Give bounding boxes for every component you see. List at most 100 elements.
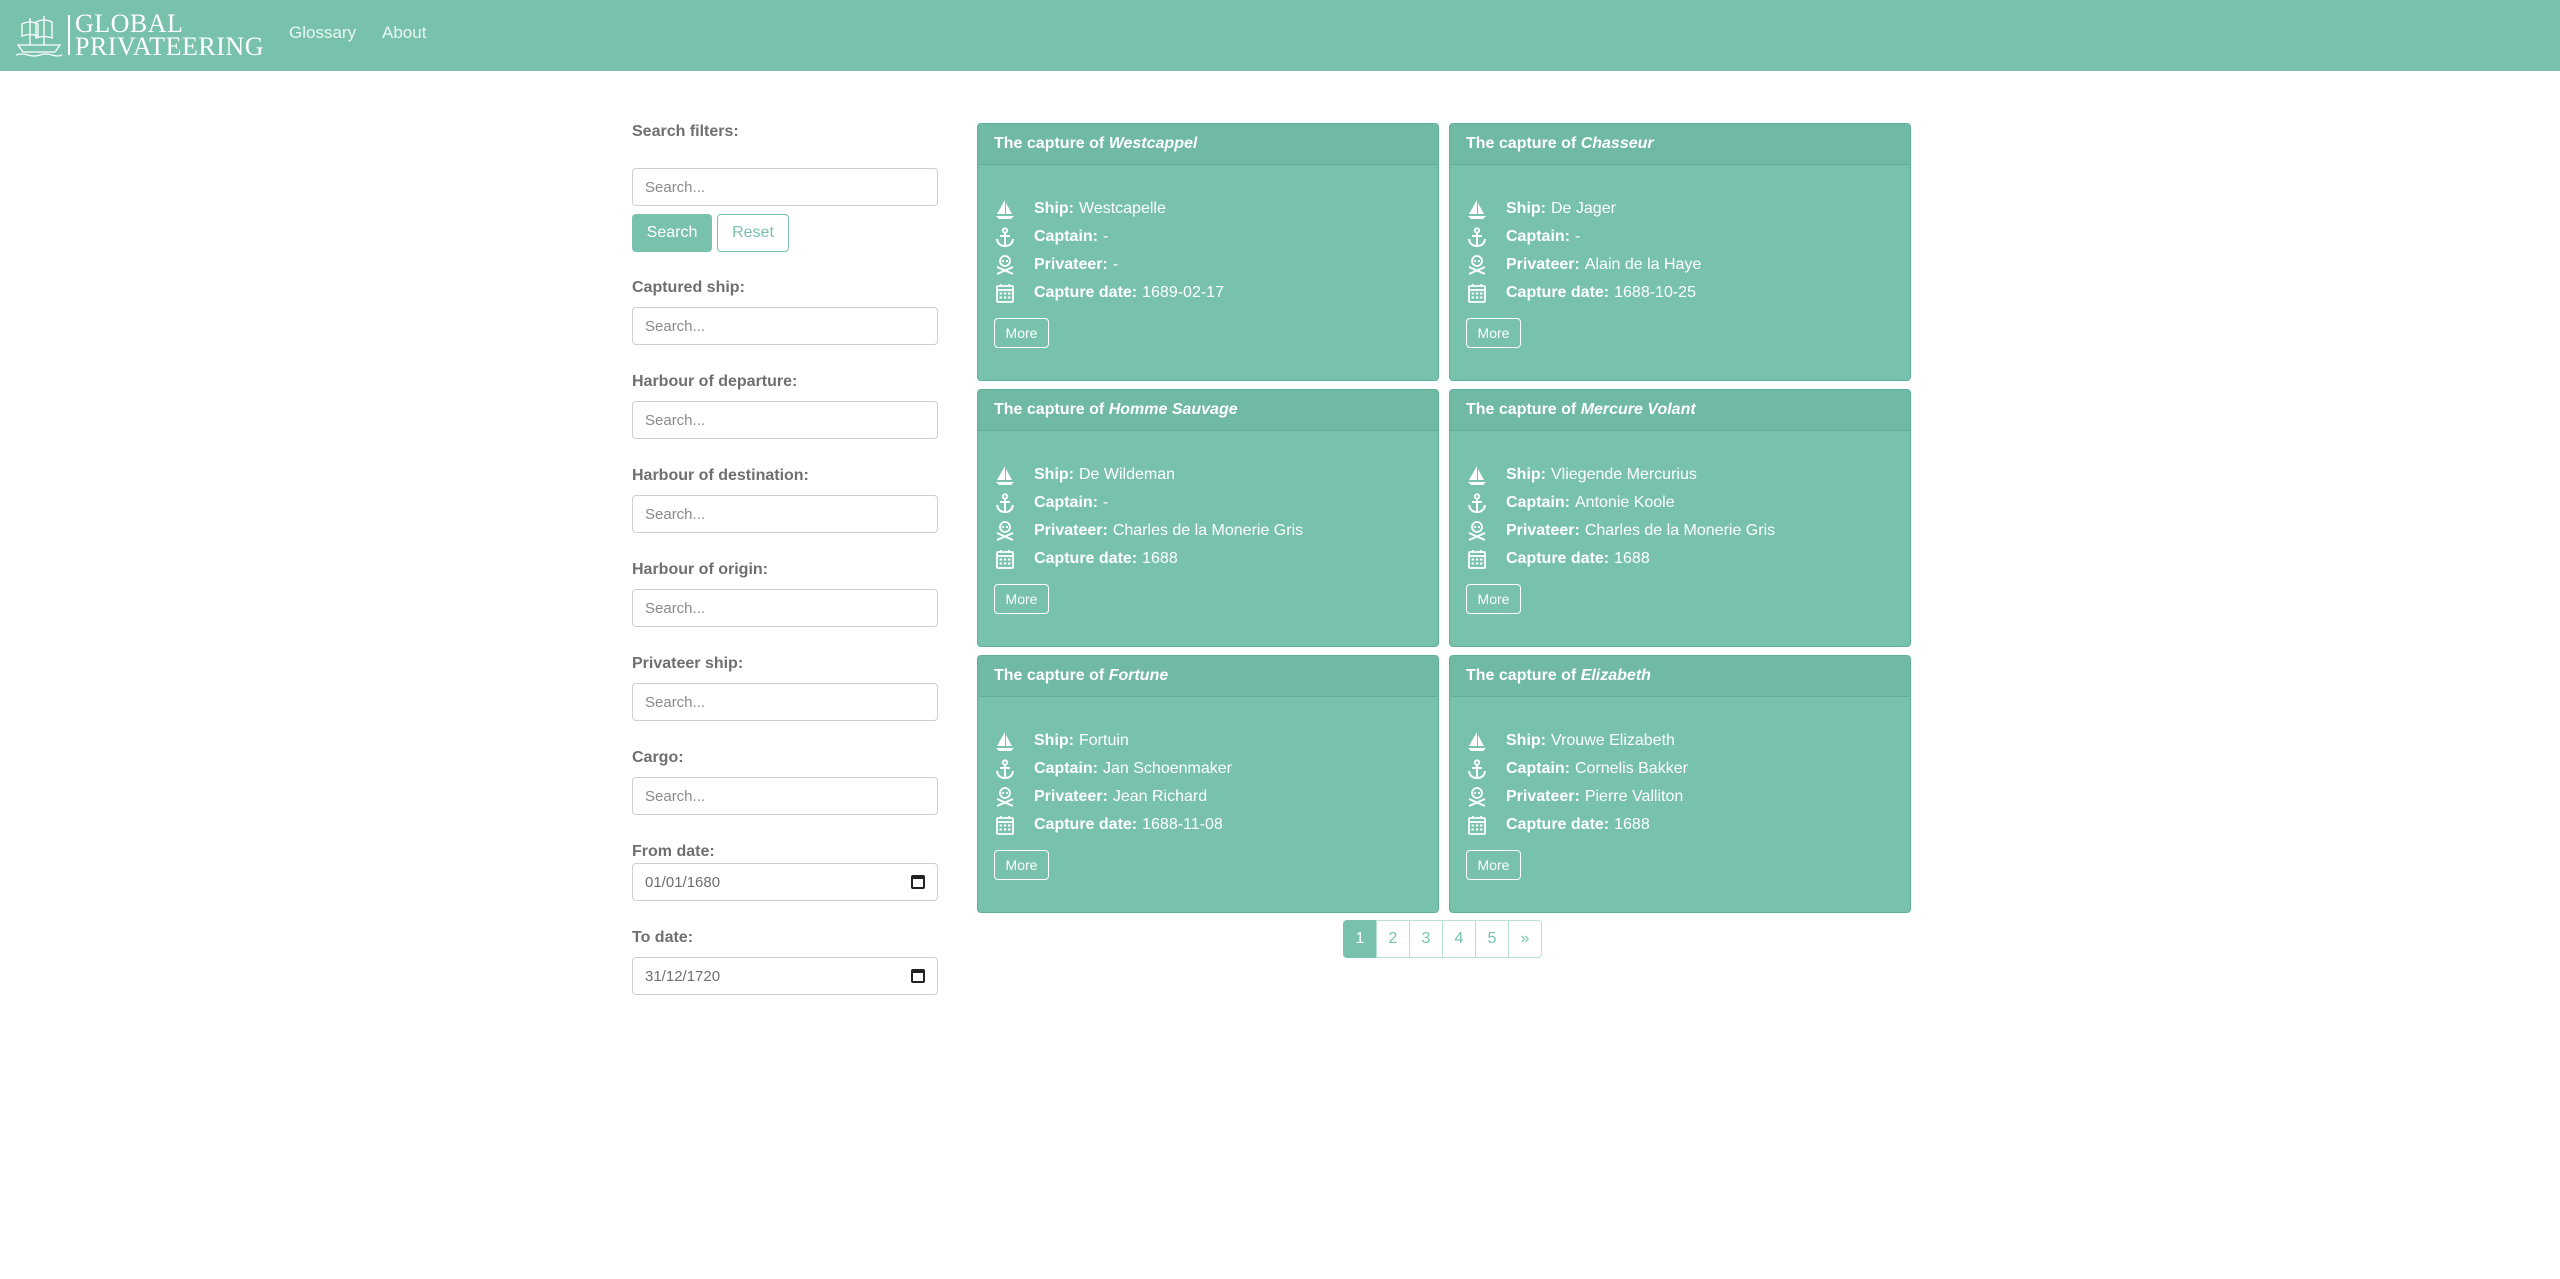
card-field-label: Ship: — [1506, 200, 1546, 217]
harbour-departure-input[interactable] — [632, 401, 938, 439]
card-field-label: Capture date: — [1034, 284, 1138, 301]
card-field-label: Captain: — [1034, 228, 1098, 245]
card-row-captain: Captain: Cornelis Bakker — [1466, 759, 1688, 779]
card-field-value: Antonie Koole — [1575, 494, 1675, 511]
more-button[interactable]: More — [1466, 584, 1521, 614]
card-field-value: 1688 — [1142, 550, 1178, 567]
card-field-value: Pierre Valliton — [1584, 788, 1684, 805]
calendar-icon[interactable] — [911, 969, 925, 983]
card-field-value: - — [1103, 494, 1109, 511]
card-field-label: Ship: — [1034, 466, 1074, 483]
sailboat-icon — [1466, 465, 1488, 485]
card-field-value: Vrouwe Elizabeth — [1551, 732, 1675, 749]
card-field-value: De Wildeman — [1079, 466, 1176, 483]
card-row-captain: Captain: - — [994, 493, 1108, 513]
from-date-input[interactable]: 01/01/1680 — [632, 863, 938, 901]
card-title-ship-name: Chasseur — [1580, 135, 1654, 152]
sailboat-icon — [1466, 199, 1488, 219]
card-field-label: Captain: — [1506, 228, 1570, 245]
calendar-icon[interactable] — [911, 875, 925, 889]
skull-crossbones-icon — [994, 787, 1016, 807]
site-logo[interactable]: GLOBAL PRIVATEERING — [14, 11, 264, 61]
card-field-value: 1688 — [1614, 550, 1650, 567]
skull-crossbones-icon — [994, 255, 1016, 275]
more-button[interactable]: More — [994, 584, 1049, 614]
search-input[interactable] — [632, 168, 938, 206]
skull-crossbones-icon — [994, 521, 1016, 541]
card-title-ship-name: Elizabeth — [1580, 667, 1651, 684]
more-button[interactable]: More — [994, 850, 1049, 880]
to-date-input[interactable]: 31/12/1720 — [632, 957, 938, 995]
card-field-label: Captain: — [1034, 494, 1098, 511]
anchor-icon — [994, 493, 1016, 513]
card-field-value: Cornelis Bakker — [1575, 760, 1688, 777]
card-title-ship-name: Mercure Volant — [1580, 401, 1696, 418]
card-field-label: Capture date: — [1034, 550, 1138, 567]
to-date-label: To date: — [632, 929, 694, 946]
card-field-label: Privateer: — [1034, 256, 1108, 273]
anchor-icon — [994, 227, 1016, 247]
card-row-capture-date: Capture date: 1688 — [994, 549, 1178, 569]
captured-ship-label: Captured ship: — [632, 279, 745, 296]
logo-divider — [68, 15, 70, 55]
page-4-link[interactable]: 4 — [1442, 920, 1476, 958]
cargo-input[interactable] — [632, 777, 938, 815]
privateer-ship-label: Privateer ship: — [632, 655, 744, 672]
card-field-value: - — [1575, 228, 1581, 245]
page-5-link[interactable]: 5 — [1475, 920, 1509, 958]
card-field-label: Captain: — [1506, 760, 1570, 777]
harbour-destination-input[interactable] — [632, 495, 938, 533]
card-row-ship: Ship: Vrouwe Elizabeth — [1466, 731, 1675, 751]
card-field-value: De Jager — [1551, 200, 1616, 217]
harbour-origin-input[interactable] — [632, 589, 938, 627]
logo-line-2: PRIVATEERING — [75, 32, 264, 61]
nav-link-glossary[interactable]: Glossary — [289, 23, 356, 43]
reset-button[interactable]: Reset — [717, 214, 789, 252]
card-title-prefix: The capture of — [1466, 135, 1581, 152]
navbar: GLOBAL PRIVATEERING Glossary About — [0, 0, 2560, 71]
page-3-link[interactable]: 3 — [1409, 920, 1443, 958]
pagination: 1 2 3 4 5 » — [1343, 920, 1542, 958]
card-row-ship: Ship: Westcapelle — [994, 199, 1166, 219]
page-2-link[interactable]: 2 — [1376, 920, 1410, 958]
card-field-label: Capture date: — [1506, 550, 1610, 567]
capture-card: The capture of Fortune Ship: Fortuin Captai… — [977, 655, 1439, 913]
card-field-label: Ship: — [1034, 200, 1074, 217]
card-field-value: 1688 — [1614, 816, 1650, 833]
card-field-label: Capture date: — [1034, 816, 1138, 833]
card-title-prefix: The capture of — [994, 667, 1109, 684]
card-row-ship: Ship: De Wildeman — [994, 465, 1175, 485]
captured-ship-input[interactable] — [632, 307, 938, 345]
sailboat-icon — [994, 731, 1016, 751]
search-button[interactable]: Search — [632, 214, 712, 252]
more-button[interactable]: More — [1466, 318, 1521, 348]
next-page-link[interactable]: » — [1508, 920, 1542, 958]
skull-crossbones-icon — [1466, 787, 1488, 807]
more-button[interactable]: More — [994, 318, 1049, 348]
card-field-label: Capture date: — [1506, 816, 1610, 833]
card-row-privateer: Privateer: - — [994, 255, 1118, 275]
ship-logo-icon — [15, 16, 63, 57]
sailboat-icon — [994, 199, 1016, 219]
card-title-prefix: The capture of — [994, 135, 1109, 152]
card-field-value: - — [1112, 256, 1119, 273]
card-row-privateer: Privateer: Alain de la Haye — [1466, 255, 1701, 275]
page-1-link[interactable]: 1 — [1343, 920, 1377, 958]
card-field-label: Ship: — [1506, 466, 1546, 483]
card-title-ship-name: Westcappel — [1108, 135, 1198, 152]
card-field-value: Vliegende Mercurius — [1551, 466, 1697, 483]
card-row-ship: Ship: De Jager — [1466, 199, 1616, 219]
card-title: The capture of Mercure Volant — [1450, 390, 1910, 431]
card-field-value: 1688-10-25 — [1614, 284, 1696, 301]
card-field-label: Capture date: — [1506, 284, 1610, 301]
card-field-value: Fortuin — [1079, 732, 1129, 749]
privateer-ship-input[interactable] — [632, 683, 938, 721]
card-row-capture-date: Capture date: 1688 — [1466, 815, 1650, 835]
card-field-label: Privateer: — [1506, 522, 1580, 539]
card-row-captain: Captain: - — [1466, 227, 1580, 247]
card-row-ship: Ship: Fortuin — [994, 731, 1129, 751]
anchor-icon — [1466, 227, 1488, 247]
more-button[interactable]: More — [1466, 850, 1521, 880]
nav-link-about[interactable]: About — [382, 23, 426, 43]
logo-wordmark: GLOBAL PRIVATEERING — [75, 11, 264, 61]
